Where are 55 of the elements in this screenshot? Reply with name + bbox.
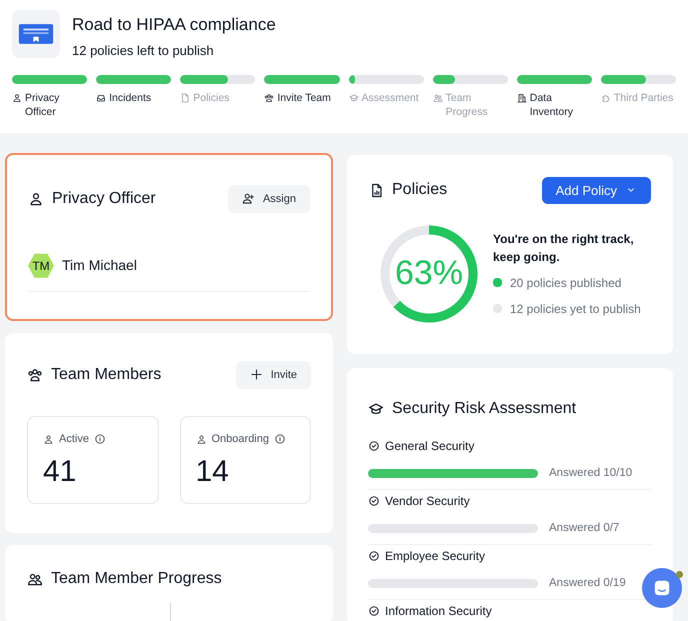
card-title: Security Risk Assessment — [392, 398, 576, 419]
card-title: Team Member Progress — [51, 568, 222, 589]
answered-count: Answered 10/10 — [549, 466, 632, 481]
section-title: Employee Security — [385, 548, 486, 566]
check-circle-icon — [368, 440, 380, 452]
add-user-icon — [242, 192, 255, 206]
answered-count: Answered 0/7 — [549, 520, 620, 536]
card-title: Policies — [392, 180, 448, 200]
stat-value: 41 — [43, 457, 78, 488]
document-chart-icon — [369, 182, 384, 198]
legend-label: 12 policies yet to publish — [510, 300, 641, 318]
answered-count: Answered 0/19 — [549, 576, 626, 591]
stat-value: 14 — [196, 457, 230, 488]
person-icon — [43, 434, 54, 444]
percent-reading: 63% — [394, 253, 464, 294]
page-title: Road to HIPAA compliance — [72, 14, 276, 36]
step-link[interactable]: Data Inventory — [530, 90, 592, 119]
chat-icon — [653, 579, 671, 597]
check-circle-icon — [368, 550, 380, 562]
info-icon — [274, 433, 286, 445]
section-title: Information Security — [385, 603, 492, 620]
encouragement-message: You're on the right track, keep going. — [493, 230, 635, 266]
people-icon — [432, 92, 443, 103]
person-icon — [12, 92, 22, 103]
inbox-icon — [96, 92, 106, 103]
plus-icon — [250, 368, 263, 382]
person-icon — [196, 434, 206, 444]
card-title: Privacy Officer — [52, 188, 156, 209]
section-title: Vendor Security — [385, 493, 470, 510]
page-subtitle: 12 policies left to publish — [72, 42, 215, 60]
check-circle-icon — [368, 605, 380, 618]
step-link[interactable]: Incidents — [109, 90, 152, 105]
card-title: Team Members — [51, 364, 162, 385]
info-icon — [94, 433, 106, 445]
building-icon — [516, 92, 527, 103]
step-link[interactable]: Invite Team — [277, 90, 331, 105]
legend-label: 20 policies published — [510, 274, 622, 292]
avatar: TM — [28, 252, 54, 279]
person-icon — [28, 190, 44, 207]
document-icon — [180, 92, 190, 103]
action-button[interactable]: Assign — [228, 184, 310, 213]
team-icon — [264, 92, 274, 103]
graduation-cap-icon — [348, 92, 358, 103]
stat-label: Onboarding — [212, 432, 269, 447]
puzzle-icon — [600, 92, 611, 103]
check-circle-icon — [368, 495, 380, 508]
action-button[interactable]: Invite — [236, 360, 311, 389]
team-icon — [27, 366, 43, 383]
stat-label: Active — [59, 432, 89, 447]
step-link[interactable]: Privacy Officer — [25, 90, 88, 119]
graduation-cap-icon — [368, 400, 384, 417]
certificate-icon — [12, 10, 60, 58]
section-title: General Security — [385, 438, 474, 456]
add-policy-button[interactable]: Add Policy — [542, 176, 651, 204]
member-name: Tim Michael — [62, 256, 137, 276]
